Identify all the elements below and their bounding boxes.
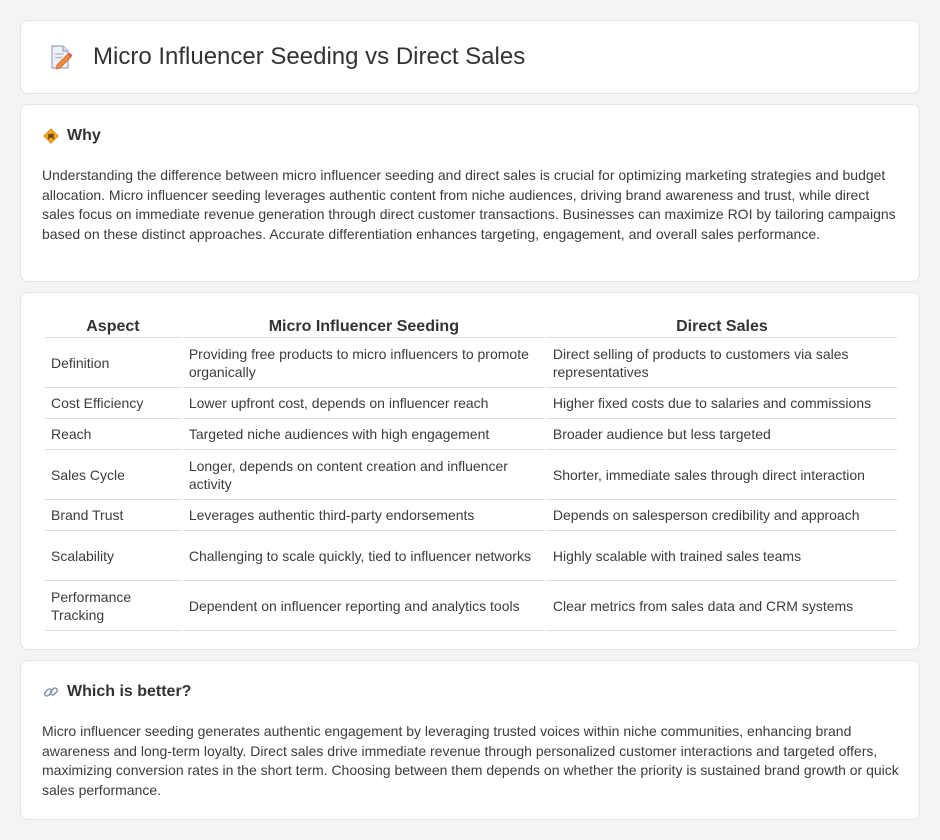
title-row: Micro Influencer Seeding vs Direct Sales (46, 43, 525, 71)
which-is-better-section: Which is better? Micro influencer seedin… (20, 660, 920, 820)
header-direct-sales: Direct Sales (546, 315, 897, 338)
direct-sales-cell: Clear metrics from sales data and CRM sy… (546, 581, 897, 631)
comparison-table: Aspect Micro Influencer Seeding Direct S… (43, 315, 899, 631)
document-edit-icon (46, 43, 74, 71)
direct-sales-cell: Shorter, immediate sales through direct … (546, 450, 897, 500)
table-row: Cost Efficiency Lower upfront cost, depe… (45, 388, 897, 419)
aspect-cell: Definition (45, 338, 181, 388)
comparison-section: Aspect Micro Influencer Seeding Direct S… (20, 292, 920, 650)
better-header: Which is better? (43, 683, 191, 701)
seeding-cell: Dependent on influencer reporting and an… (182, 581, 545, 631)
better-heading: Which is better? (67, 683, 192, 700)
table-row: Sales Cycle Longer, depends on content c… (45, 450, 897, 500)
aspect-cell: Scalability (45, 531, 181, 581)
table-row: Brand Trust Leverages authentic third-pa… (45, 500, 897, 531)
seeding-cell: Lower upfront cost, depends on influence… (182, 388, 545, 419)
aspect-cell: Performance Tracking (45, 581, 181, 631)
seeding-cell: Longer, depends on content creation and … (182, 450, 545, 500)
table-row: Scalability Challenging to scale quickly… (45, 531, 897, 581)
direct-sales-cell: Depends on salesperson credibility and a… (546, 500, 897, 531)
why-text: Understanding the difference between mic… (42, 167, 896, 242)
header-aspect: Aspect (45, 315, 181, 338)
why-header: Why (43, 127, 101, 145)
seeding-cell: Leverages authentic third-party endorsem… (182, 500, 545, 531)
aspect-cell: Sales Cycle (45, 450, 181, 500)
title-card: Micro Influencer Seeding vs Direct Sales (20, 20, 920, 94)
aspect-cell: Cost Efficiency (45, 388, 181, 419)
table-row: Definition Providing free products to mi… (45, 338, 897, 388)
header-micro-influencer-seeding: Micro Influencer Seeding (182, 315, 545, 338)
better-text: Micro influencer seeding generates authe… (42, 723, 899, 798)
direct-sales-cell: Highly scalable with trained sales teams (546, 531, 897, 581)
direct-sales-cell: Higher fixed costs due to salaries and c… (546, 388, 897, 419)
link-icon (43, 684, 59, 700)
diamond-sign-icon (43, 128, 59, 144)
seeding-cell: Challenging to scale quickly, tied to in… (182, 531, 545, 581)
table-header-row: Aspect Micro Influencer Seeding Direct S… (45, 315, 897, 338)
table-row: Reach Targeted niche audiences with high… (45, 419, 897, 450)
why-section: Why Understanding the difference between… (20, 104, 920, 282)
direct-sales-cell: Broader audience but less targeted (546, 419, 897, 450)
page-title: Micro Influencer Seeding vs Direct Sales (93, 43, 526, 70)
why-heading: Why (67, 127, 101, 144)
direct-sales-cell: Direct selling of products to customers … (546, 338, 897, 388)
aspect-cell: Brand Trust (45, 500, 181, 531)
seeding-cell: Providing free products to micro influen… (182, 338, 545, 388)
aspect-cell: Reach (45, 419, 181, 450)
table-row: Performance Tracking Dependent on influe… (45, 581, 897, 631)
seeding-cell: Targeted niche audiences with high engag… (182, 419, 545, 450)
